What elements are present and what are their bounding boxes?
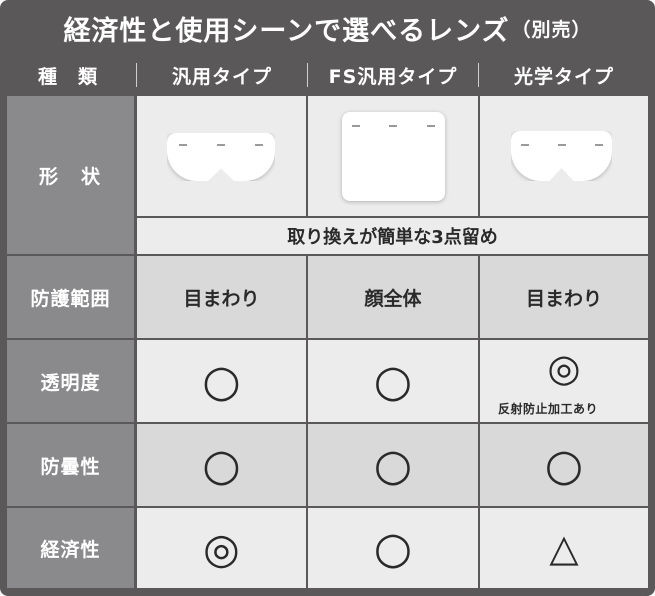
- lens-face-shield-image: [342, 112, 445, 201]
- shape-note: 取り換えが簡単な3点留め: [137, 218, 648, 254]
- economy-fs-general: ○: [308, 508, 478, 588]
- header-fs-general: FS汎用タイプ: [328, 65, 458, 88]
- economy-general: ◎: [137, 508, 306, 588]
- anti-reflection-note: 反射防止加工あり: [498, 402, 599, 416]
- header-kind: 種 類: [37, 65, 98, 88]
- antifog-optical: ○: [480, 424, 648, 506]
- row-label-transparency: 透明度: [7, 340, 134, 422]
- title-main: 経済性と使用シーンで選べるレンズ: [63, 15, 510, 47]
- protection-fs-general: 顔全体: [308, 256, 478, 338]
- shape-cell-fs-general: [308, 96, 478, 216]
- transparency-general: ○: [137, 340, 306, 422]
- row-label-protection: 防護範囲: [7, 256, 134, 338]
- transparency-fs-general: ○: [308, 340, 478, 422]
- protection-optical: 目まわり: [480, 256, 648, 338]
- shape-cell-optical: [480, 96, 648, 216]
- transparency-optical: ◎: [547, 346, 581, 390]
- title-suffix: （別売）: [511, 18, 592, 41]
- lens-eye-shield-image: [167, 133, 275, 181]
- economy-optical: △: [480, 508, 648, 588]
- comparison-table: 経済性と使用シーンで選べるレンズ （別売） 種 類 汎用タイプ FS汎用タイプ 光…: [0, 0, 655, 596]
- table-title: 経済性と使用シーンで選べるレンズ （別売）: [0, 0, 655, 56]
- antifog-general: ○: [137, 424, 306, 506]
- row-label-shape: 形 状: [7, 96, 134, 254]
- row-label-economy: 経済性: [7, 508, 134, 588]
- antifog-fs-general: ○: [308, 424, 478, 506]
- row-label-antifog: 防曇性: [7, 424, 134, 506]
- shape-cell-general: [137, 96, 306, 216]
- header-general: 汎用タイプ: [171, 65, 272, 88]
- transparency-optical-cell: ◎ 反射防止加工あり: [480, 340, 648, 422]
- protection-general: 目まわり: [137, 256, 306, 338]
- header-optical: 光学タイプ: [513, 65, 614, 88]
- lens-optical-shield-image: [511, 131, 612, 181]
